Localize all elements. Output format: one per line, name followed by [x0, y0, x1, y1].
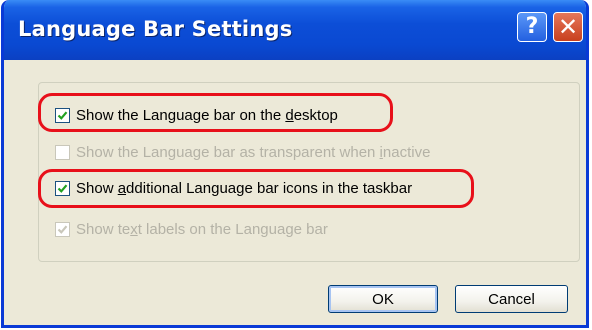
option-show-text-labels: Show text labels on the Language bar [55, 218, 328, 240]
check-icon [57, 224, 68, 234]
help-icon: ? [525, 14, 539, 39]
cancel-button-label: Cancel [488, 290, 535, 308]
checkbox-show-text-labels [55, 221, 70, 237]
cancel-button[interactable]: Cancel [455, 285, 568, 313]
ok-button-label: OK [372, 290, 394, 308]
option-label: Show text labels on the Language bar [76, 220, 328, 238]
help-button[interactable]: ? [517, 12, 547, 42]
option-transparent-when-inactive: Show the Language bar as transparent whe… [55, 141, 430, 163]
title-bar[interactable]: Language Bar Settings ? ✕ [4, 0, 586, 60]
highlight-outline-desktop-option [38, 93, 393, 132]
close-icon: ✕ [557, 13, 579, 41]
dialog-title: Language Bar Settings [18, 17, 293, 41]
option-label: Show the Language bar as transparent whe… [76, 143, 431, 161]
checkbox-transparent-when-inactive [55, 144, 70, 160]
close-button[interactable]: ✕ [553, 12, 583, 42]
highlight-outline-taskbar-option [38, 169, 474, 208]
ok-button[interactable]: OK [328, 285, 438, 313]
